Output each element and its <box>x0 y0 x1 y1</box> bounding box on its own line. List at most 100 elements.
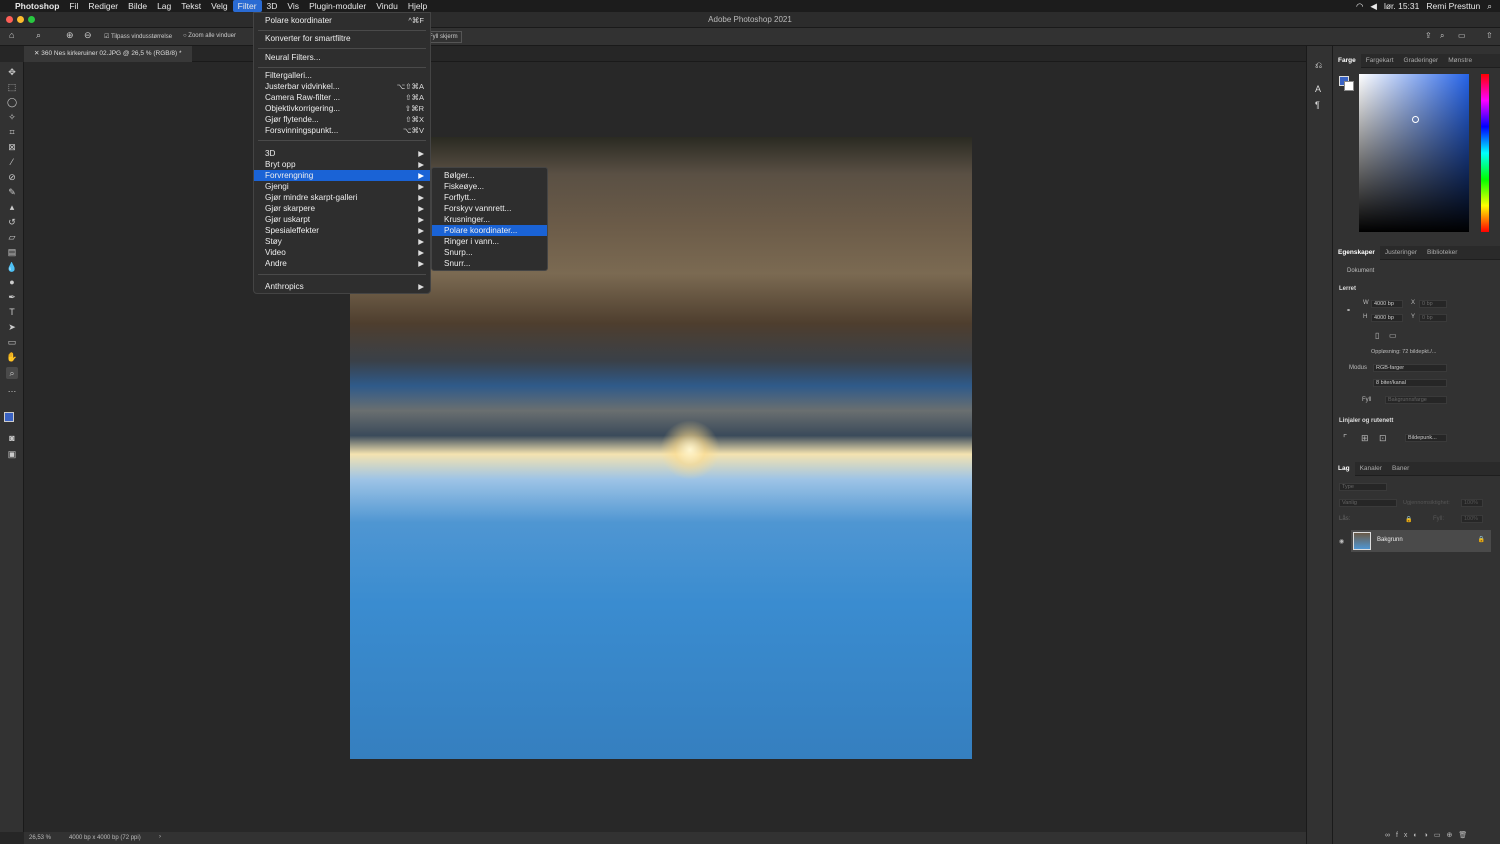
menu-vanishing-point[interactable]: Forsvinningspunkt... ⌥⌘V <box>254 125 430 136</box>
submenu-ripple[interactable]: Krusninger... <box>432 214 547 225</box>
blur-tool-icon[interactable]: 💧 <box>6 261 18 273</box>
width-field[interactable]: 4000 bp <box>1371 300 1403 308</box>
height-field[interactable]: 4000 bp <box>1371 314 1403 322</box>
menu-blur[interactable]: Gjør uskarpt ▶ <box>254 214 430 225</box>
color-picker-field[interactable] <box>1359 74 1469 232</box>
color-picker-cursor[interactable] <box>1412 116 1419 123</box>
menu-filter-gallery[interactable]: Filtergalleri... <box>254 70 430 81</box>
menu-blur-gallery[interactable]: Gjør mindre skarpt-galleri ▶ <box>254 192 430 203</box>
document-tab[interactable]: ✕ 360 Nes kirkeruiner 02.JPG @ 26,5 % (R… <box>24 46 192 62</box>
tab-graderinger[interactable]: Graderinger <box>1399 54 1444 68</box>
menu-app[interactable]: Photoshop <box>10 0 64 12</box>
path-select-icon[interactable]: ➤ <box>6 321 18 333</box>
menu-convert-smart[interactable]: Konverter for smartfiltre <box>254 33 430 44</box>
opacity-field[interactable]: 100% <box>1461 499 1483 507</box>
fill-select[interactable]: Bakgrunnsfarge <box>1385 396 1447 404</box>
move-tool-icon[interactable]: ✥ <box>6 66 18 78</box>
crop-tool-icon[interactable]: ⌗ <box>6 126 18 138</box>
menu-vindu[interactable]: Vindu <box>371 0 403 12</box>
marquee-tool-icon[interactable]: ⬚ <box>6 81 18 93</box>
y-field[interactable]: 0 bp <box>1419 314 1447 322</box>
submenu-waves[interactable]: Bølger... <box>432 170 547 181</box>
tab-fargekart[interactable]: Fargekart <box>1361 54 1399 68</box>
lasso-tool-icon[interactable]: ◯ <box>6 96 18 108</box>
search-ps-icon[interactable]: ⌕ <box>1440 31 1444 41</box>
hue-slider[interactable] <box>1481 74 1489 232</box>
grid-icon[interactable]: ⊞ <box>1361 433 1369 444</box>
tab-biblioteker[interactable]: Biblioteker <box>1422 246 1462 260</box>
zoom-in-icon[interactable]: ⊕ <box>66 30 74 41</box>
mode-select[interactable]: RGB-farger <box>1373 364 1447 372</box>
menu-anthropics[interactable]: Anthropics ▶ <box>254 281 430 292</box>
submenu-pinch[interactable]: Snurp... <box>432 247 547 258</box>
menu-3d-sub[interactable]: 3D ▶ <box>254 148 430 159</box>
tab-baner[interactable]: Baner <box>1387 462 1414 476</box>
quick-mask-icon[interactable]: ◙ <box>6 432 18 444</box>
submenu-fisheye[interactable]: Fiskeøye... <box>432 181 547 192</box>
more-tools-icon[interactable]: … <box>6 383 18 395</box>
tab-kanaler[interactable]: Kanaler <box>1355 462 1387 476</box>
x-field[interactable]: 0 bp <box>1419 300 1447 308</box>
rulers-section[interactable]: Linjaler og rutenett <box>1339 418 1393 424</box>
menu-last-filter[interactable]: Polare koordinater ^⌘F <box>254 15 430 26</box>
zoom-all-checkbox[interactable]: ○ Zoom alle vinduer <box>183 33 236 39</box>
guides-icon[interactable]: ⊡ <box>1379 433 1387 444</box>
units-select[interactable]: Bildepunk... <box>1405 434 1447 442</box>
color-bg-swatch[interactable] <box>1344 81 1354 91</box>
portrait-icon[interactable]: ▯ <box>1375 331 1379 340</box>
wifi-icon[interactable]: ◠ <box>1356 1 1363 12</box>
menu-adaptive-wide[interactable]: Justerbar vidvinkel... ⌥⇧⌘A <box>254 81 430 92</box>
menu-filter[interactable]: Filter <box>232 0 262 12</box>
tab-lag[interactable]: Lag <box>1333 462 1355 476</box>
menu-fil[interactable]: Fil <box>64 0 83 12</box>
layer-actions-icons[interactable]: ∞fx◐◑▭⊕🗑 <box>1385 831 1473 839</box>
submenu-polar-coordinates[interactable]: Polare koordinater... <box>432 225 547 236</box>
history-icon[interactable]: ⎌ <box>1315 60 1322 71</box>
submenu-twirl[interactable]: Snurr... <box>432 258 547 269</box>
zoom-level[interactable]: 26,53 % <box>29 835 51 841</box>
layer-name[interactable]: Bakgrunn <box>1377 537 1403 543</box>
paragraph-icon[interactable]: ¶ <box>1315 100 1320 110</box>
clock[interactable]: lør. 15:31 <box>1384 1 1419 11</box>
hand-tool-icon[interactable]: ✋ <box>6 351 18 363</box>
tab-monstre[interactable]: Mønstre <box>1443 54 1477 68</box>
menu-lag[interactable]: Lag <box>152 0 176 12</box>
stamp-tool-icon[interactable]: ▴ <box>6 201 18 213</box>
menu-bilde[interactable]: Bilde <box>123 0 152 12</box>
character-icon[interactable]: A <box>1315 84 1321 94</box>
blend-mode-select[interactable]: Vanlig <box>1339 499 1397 507</box>
zoom-out-icon[interactable]: ⊖ <box>84 30 92 41</box>
zoom-tool-active-icon[interactable]: ⌕ <box>6 367 18 379</box>
lock-icon[interactable]: 🔒 <box>1405 516 1412 523</box>
link-icon[interactable]: ⚭ <box>1346 307 1351 314</box>
layer-fill-field[interactable]: 100% <box>1461 515 1483 523</box>
frame-tool-icon[interactable]: ⊠ <box>6 141 18 153</box>
tab-egenskaper[interactable]: Egenskaper <box>1333 246 1380 260</box>
menu-3d[interactable]: 3D <box>262 0 283 12</box>
tab-farge[interactable]: Farge <box>1333 54 1361 68</box>
ruler-icon[interactable]: ⌜ <box>1343 433 1347 444</box>
foreground-color-swatch[interactable] <box>4 412 14 422</box>
layer-lock-icon[interactable]: 🔒 <box>1478 536 1485 543</box>
healing-brush-icon[interactable]: ⊘ <box>6 171 18 183</box>
doc-size-info[interactable]: 4000 bp x 4000 bp (72 ppi) <box>69 835 141 841</box>
shape-tool-icon[interactable]: ▭ <box>6 336 18 348</box>
menu-other[interactable]: Andre ▶ <box>254 258 430 269</box>
menu-render[interactable]: Gjengi ▶ <box>254 181 430 192</box>
menu-liquify[interactable]: Gjør flytende... ⇧⌘X <box>254 114 430 125</box>
landscape-icon[interactable]: ▭ <box>1389 331 1397 340</box>
submenu-shear[interactable]: Forskyv vannrett... <box>432 203 547 214</box>
layer-search-field[interactable]: Type <box>1339 483 1387 491</box>
dodge-tool-icon[interactable]: ● <box>6 276 18 288</box>
user-name[interactable]: Remi Presttun <box>1426 1 1480 11</box>
layer-row[interactable]: Bakgrunn 🔒 <box>1351 530 1491 552</box>
pen-tool-icon[interactable]: ✒ <box>6 291 18 303</box>
menu-hjelp[interactable]: Hjelp <box>403 0 432 12</box>
eye-icon[interactable]: ◉ <box>1339 538 1344 545</box>
menu-distort[interactable]: Forvrengning ▶ <box>254 170 430 181</box>
export-icon[interactable]: ⇧ <box>1486 31 1493 40</box>
menu-noise[interactable]: Støy ▶ <box>254 236 430 247</box>
menu-rediger[interactable]: Rediger <box>83 0 123 12</box>
menu-vis[interactable]: Vis <box>282 0 304 12</box>
menu-velg[interactable]: Velg <box>206 0 233 12</box>
